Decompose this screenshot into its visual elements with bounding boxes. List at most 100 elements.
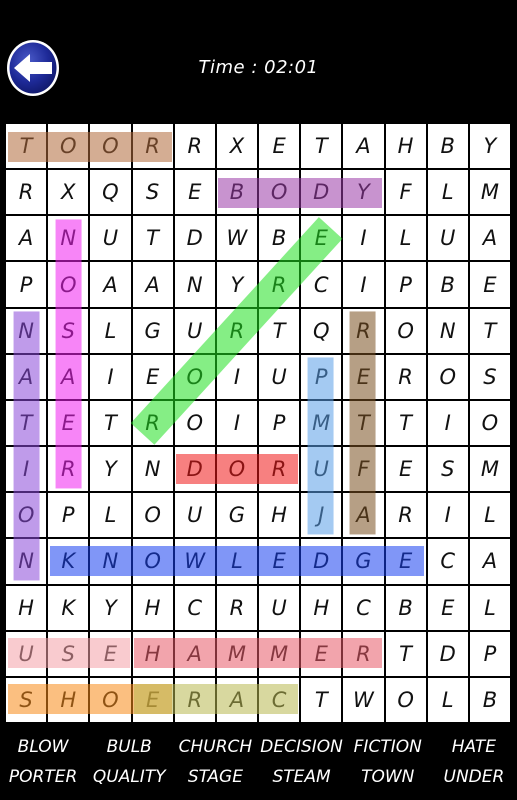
grid-cell[interactable]: W	[343, 677, 384, 722]
grid-cell[interactable]: P	[6, 262, 47, 307]
grid-cell[interactable]: H	[132, 631, 173, 676]
grid-cell[interactable]: M	[301, 400, 342, 446]
grid-cell[interactable]: L	[90, 493, 131, 538]
grid-cell[interactable]: U	[90, 216, 131, 261]
grid-cell[interactable]: Y	[216, 262, 257, 307]
grid-cell[interactable]: N	[427, 308, 468, 353]
grid-cell[interactable]: K	[48, 539, 89, 584]
grid-cell[interactable]: Y	[90, 447, 131, 492]
grid-cell[interactable]: S	[6, 677, 47, 722]
grid-cell[interactable]: A	[6, 216, 47, 261]
grid-cell[interactable]: W	[216, 216, 257, 261]
grid-cell[interactable]: L	[216, 539, 257, 584]
grid-cell[interactable]: U	[174, 493, 215, 538]
grid-cell[interactable]: E	[259, 124, 300, 169]
grid-cell[interactable]: N	[174, 262, 215, 307]
grid-cell[interactable]: E	[259, 539, 300, 584]
grid-cell[interactable]: E	[343, 354, 384, 399]
grid-cell[interactable]: E	[132, 354, 173, 399]
grid-cell[interactable]: P	[385, 262, 426, 307]
grid-cell[interactable]: N	[90, 539, 131, 584]
grid-cell[interactable]: I	[427, 493, 468, 538]
grid-cell[interactable]: O	[385, 677, 426, 722]
grid-cell[interactable]: P	[259, 400, 300, 446]
grid-cell[interactable]: T	[385, 400, 426, 446]
grid-cell[interactable]: X	[48, 170, 89, 215]
grid-cell[interactable]: E	[48, 400, 89, 446]
grid-cell[interactable]: C	[343, 585, 384, 630]
grid-cell[interactable]: E	[90, 631, 131, 676]
grid-cell[interactable]: H	[6, 585, 47, 630]
grid-cell[interactable]: M	[469, 170, 510, 215]
grid-cell[interactable]: S	[469, 354, 510, 399]
grid-cell[interactable]: R	[6, 170, 47, 215]
grid-cell[interactable]: L	[469, 493, 510, 538]
grid-cell[interactable]: O	[174, 400, 215, 446]
grid-cell[interactable]: A	[343, 493, 384, 538]
grid-cell[interactable]: P	[469, 631, 510, 676]
grid-cell[interactable]: A	[343, 124, 384, 169]
grid-cell[interactable]: H	[259, 493, 300, 538]
grid-cell[interactable]: I	[343, 216, 384, 261]
grid-cell[interactable]: A	[6, 354, 47, 399]
grid-cell[interactable]: N	[6, 308, 47, 353]
grid-cell[interactable]: D	[427, 631, 468, 676]
grid-cell[interactable]: E	[132, 677, 173, 722]
grid-cell[interactable]: H	[132, 585, 173, 630]
grid-cell[interactable]: T	[343, 400, 384, 446]
grid-cell[interactable]: T	[90, 400, 131, 446]
grid-cell[interactable]: O	[469, 400, 510, 446]
grid-cell[interactable]: U	[174, 308, 215, 353]
grid-cell[interactable]: N	[48, 216, 89, 261]
grid-cell[interactable]: F	[343, 447, 384, 492]
grid-cell[interactable]: L	[469, 585, 510, 630]
grid-cell[interactable]: A	[469, 539, 510, 584]
grid-cell[interactable]: R	[174, 677, 215, 722]
grid-cell[interactable]: H	[48, 677, 89, 722]
letter-grid[interactable]: TOORRXETAHBYRXQSEBODYFLMANUTDWBEILUAPOAA…	[4, 122, 512, 724]
grid-cell[interactable]: E	[385, 447, 426, 492]
grid-cell[interactable]: T	[301, 677, 342, 722]
grid-cell[interactable]: J	[301, 493, 342, 538]
grid-cell[interactable]: I	[343, 262, 384, 307]
grid-cell[interactable]: G	[343, 539, 384, 584]
grid-cell[interactable]: R	[343, 631, 384, 676]
grid-cell[interactable]: T	[385, 631, 426, 676]
grid-cell[interactable]: N	[132, 447, 173, 492]
grid-cell[interactable]: A	[48, 354, 89, 399]
grid-cell[interactable]: R	[132, 124, 173, 169]
grid-cell[interactable]: C	[174, 585, 215, 630]
grid-cell[interactable]: R	[259, 262, 300, 307]
grid-cell[interactable]: K	[48, 585, 89, 630]
grid-cell[interactable]: T	[6, 124, 47, 169]
grid-cell[interactable]: F	[385, 170, 426, 215]
grid-cell[interactable]: R	[132, 400, 173, 446]
grid-cell[interactable]: R	[259, 447, 300, 492]
grid-cell[interactable]: R	[385, 354, 426, 399]
grid-cell[interactable]: D	[174, 447, 215, 492]
grid-cell[interactable]: B	[427, 262, 468, 307]
grid-cell[interactable]: G	[216, 493, 257, 538]
grid-cell[interactable]: P	[301, 354, 342, 399]
grid-cell[interactable]: A	[469, 216, 510, 261]
grid-cell[interactable]: Q	[90, 170, 131, 215]
grid-cell[interactable]: R	[48, 447, 89, 492]
grid-cell[interactable]: C	[427, 539, 468, 584]
grid-cell[interactable]: O	[6, 493, 47, 538]
grid-cell[interactable]: T	[259, 308, 300, 353]
grid-cell[interactable]: M	[469, 447, 510, 492]
grid-cell[interactable]: L	[385, 216, 426, 261]
grid-cell[interactable]: E	[427, 585, 468, 630]
grid-cell[interactable]: M	[259, 631, 300, 676]
grid-cell[interactable]: A	[174, 631, 215, 676]
grid-cell[interactable]: I	[6, 447, 47, 492]
grid-cell[interactable]: R	[216, 585, 257, 630]
grid-cell[interactable]: O	[427, 354, 468, 399]
grid-cell[interactable]: R	[343, 308, 384, 353]
grid-cell[interactable]: O	[90, 677, 131, 722]
grid-cell[interactable]: T	[301, 124, 342, 169]
grid-cell[interactable]: O	[132, 539, 173, 584]
grid-cell[interactable]: M	[216, 631, 257, 676]
grid-cell[interactable]: B	[259, 216, 300, 261]
grid-cell[interactable]: G	[132, 308, 173, 353]
